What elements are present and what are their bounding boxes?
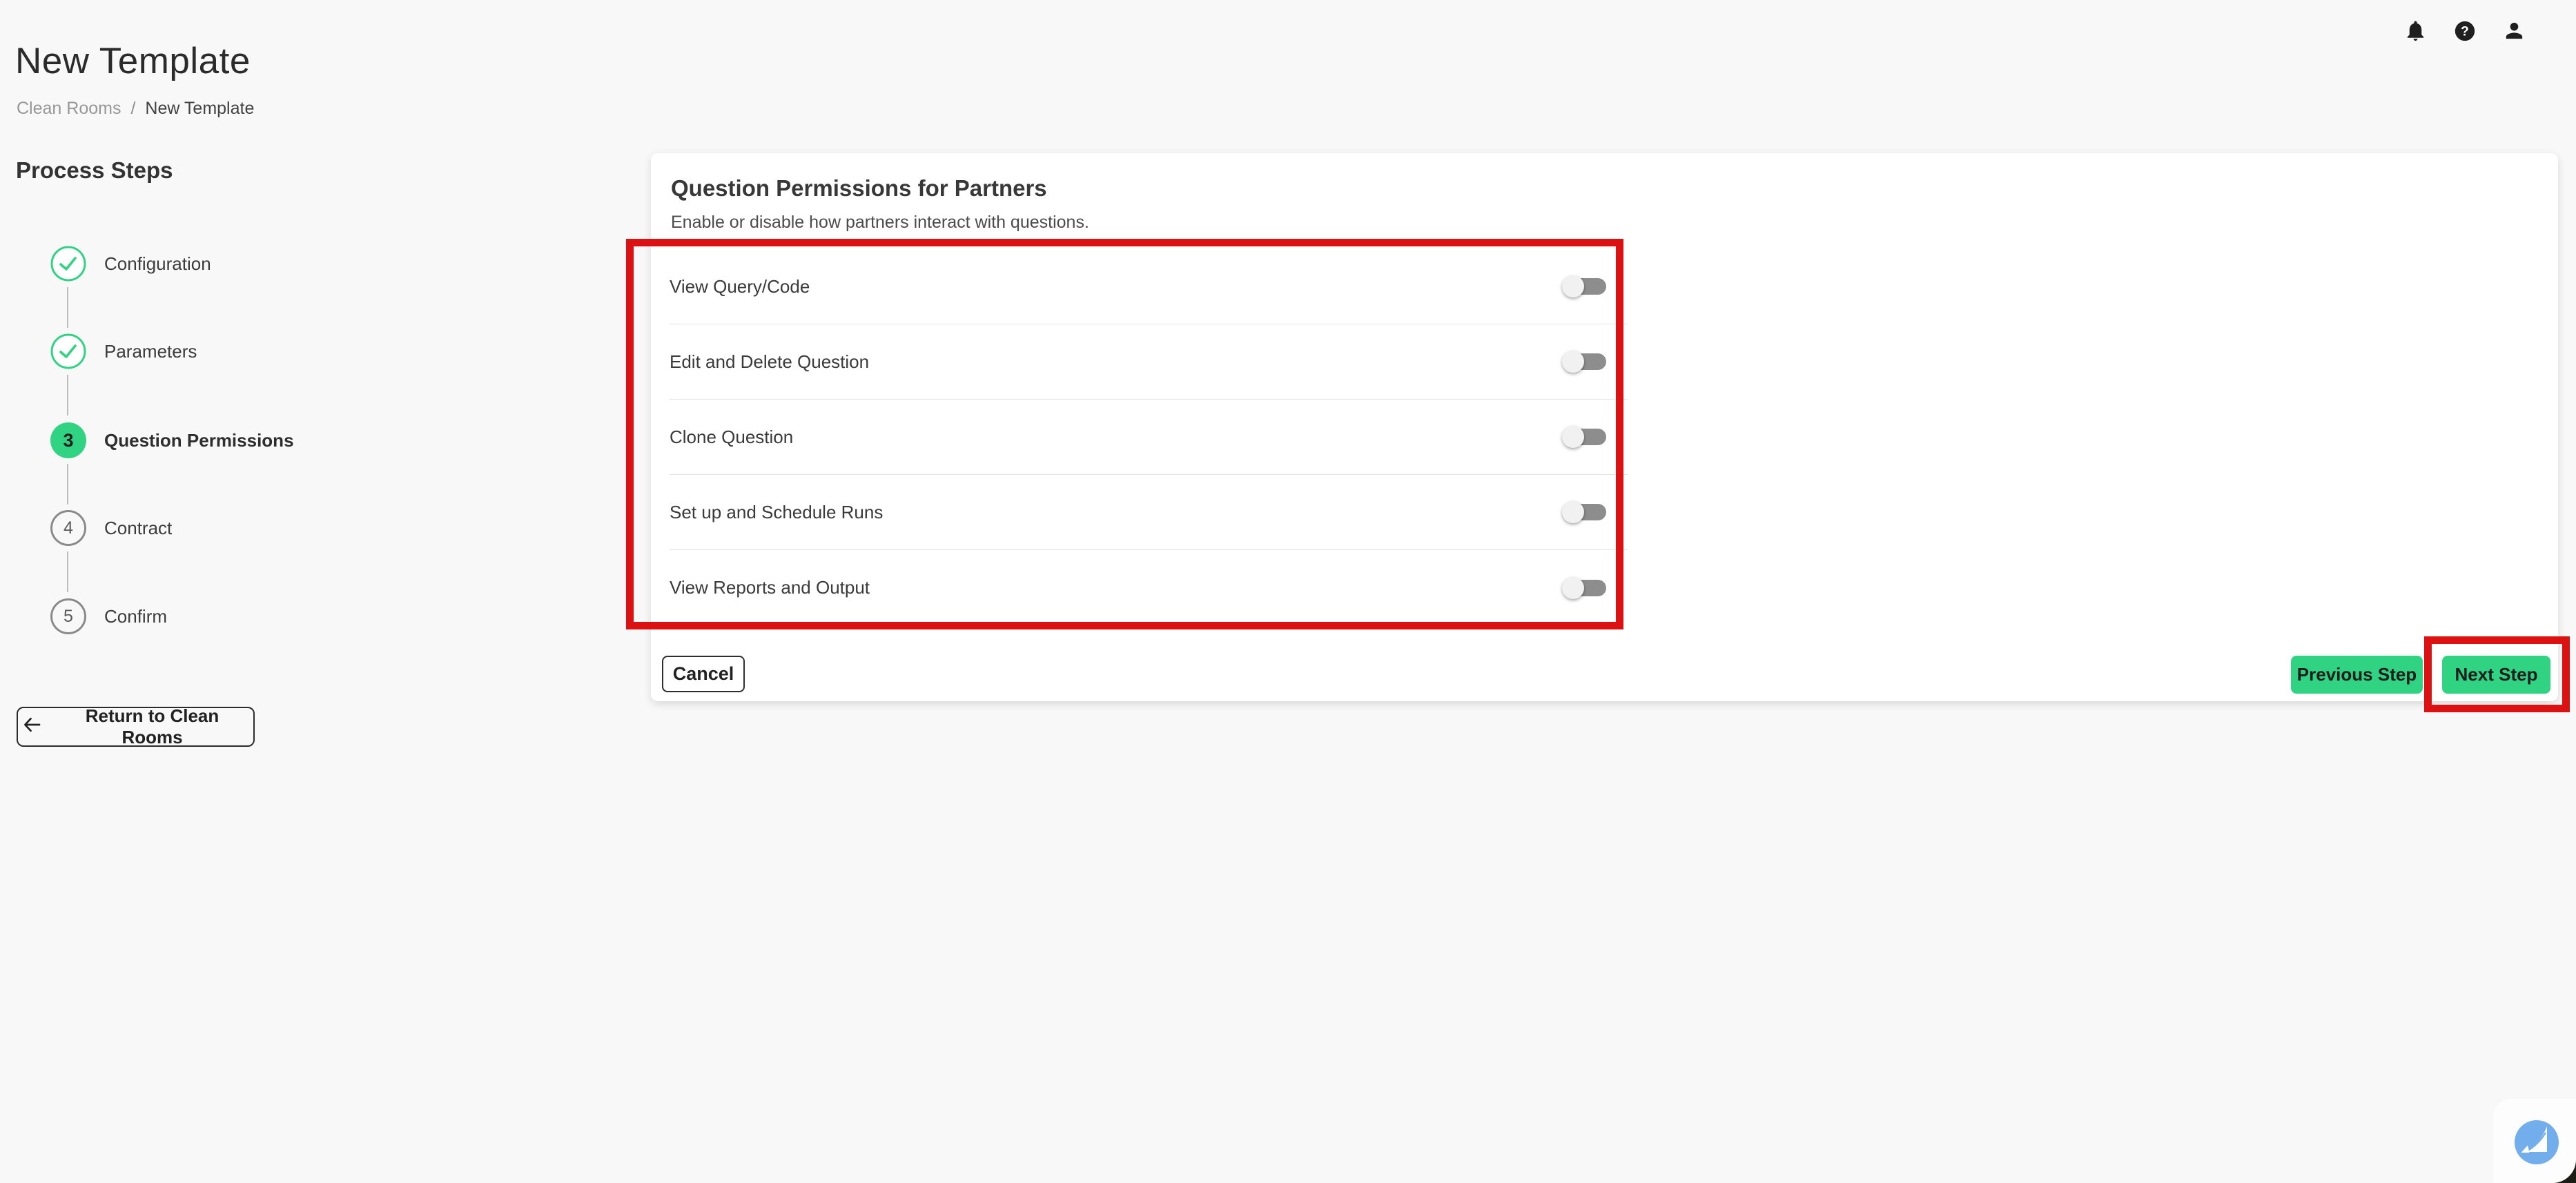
toggle-set-up-schedule-runs[interactable] (1562, 500, 1606, 524)
breadcrumb-separator: / (130, 99, 135, 119)
toggle-view-reports-output[interactable] (1562, 576, 1606, 600)
svg-text:?: ? (2461, 24, 2469, 39)
previous-step-button[interactable]: Previous Step (2291, 656, 2423, 694)
step-configuration[interactable]: Configuration (50, 246, 211, 282)
step-parameters[interactable]: Parameters (50, 333, 197, 369)
step-number-badge: 5 (50, 598, 86, 634)
next-step-button[interactable]: Next Step (2442, 656, 2550, 694)
person-icon[interactable] (2502, 19, 2526, 43)
check-circle-icon (50, 246, 86, 282)
permission-row-edit-delete-question: Edit and Delete Question (670, 324, 1628, 400)
toggle-knob (1562, 577, 1584, 599)
step-label: Configuration (104, 253, 211, 275)
toggle-edit-delete-question[interactable] (1562, 350, 1606, 373)
permission-row-clone-question: Clone Question (670, 400, 1628, 475)
cancel-button[interactable]: Cancel (662, 656, 745, 692)
toggle-clone-question[interactable] (1562, 425, 1606, 449)
step-connector (67, 375, 68, 415)
header-actions: ? (2403, 19, 2526, 43)
toggle-knob (1562, 275, 1584, 297)
breadcrumb: Clean Rooms / New Template (17, 99, 254, 119)
toggle-knob (1562, 501, 1584, 523)
page-title: New Template (15, 40, 251, 82)
toggle-knob (1562, 351, 1584, 373)
bell-icon[interactable] (2403, 19, 2428, 43)
new-template-page: New Template Clean Rooms / New Template … (0, 0, 2576, 1183)
permission-rows: View Query/Code Edit and Delete Question… (670, 249, 1628, 625)
permission-label: Set up and Schedule Runs (670, 502, 883, 523)
step-question-permissions[interactable]: 3 Question Permissions (50, 422, 294, 458)
arrow-left-icon (22, 714, 43, 740)
permission-label: Edit and Delete Question (670, 351, 869, 373)
toggle-view-query-code[interactable] (1562, 275, 1606, 298)
step-connector (67, 287, 68, 328)
breadcrumb-new-template: New Template (145, 99, 254, 119)
step-label: Question Permissions (104, 430, 294, 451)
step-connector (67, 551, 68, 592)
permission-row-view-reports-output: View Reports and Output (670, 550, 1628, 625)
toggle-knob (1562, 426, 1584, 448)
panel-heading: Question Permissions for Partners (671, 175, 1047, 202)
step-confirm[interactable]: 5 Confirm (50, 598, 167, 634)
return-button-label: Return to Clean Rooms (55, 705, 249, 748)
step-label: Confirm (104, 606, 167, 627)
return-to-clean-rooms-button[interactable]: Return to Clean Rooms (17, 707, 255, 747)
permission-row-set-up-schedule-runs: Set up and Schedule Runs (670, 475, 1628, 550)
step-connector (67, 464, 68, 505)
question-permissions-panel: Question Permissions for Partners Enable… (651, 153, 2558, 701)
panel-subheading: Enable or disable how partners interact … (671, 213, 1089, 233)
breadcrumb-clean-rooms[interactable]: Clean Rooms (17, 99, 121, 119)
process-steps-title: Process Steps (16, 157, 173, 184)
step-label: Contract (104, 518, 172, 539)
permission-row-view-query-code: View Query/Code (670, 249, 1628, 324)
step-label: Parameters (104, 341, 197, 362)
permission-label: Clone Question (670, 427, 793, 448)
step-contract[interactable]: 4 Contract (50, 510, 172, 546)
sailboat-logo-icon[interactable] (2515, 1120, 2559, 1164)
step-number-badge: 3 (50, 422, 86, 458)
question-icon[interactable]: ? (2453, 19, 2477, 43)
check-circle-icon (50, 333, 86, 369)
step-number-badge: 4 (50, 510, 86, 546)
permission-label: View Reports and Output (670, 577, 870, 598)
permission-label: View Query/Code (670, 276, 810, 297)
